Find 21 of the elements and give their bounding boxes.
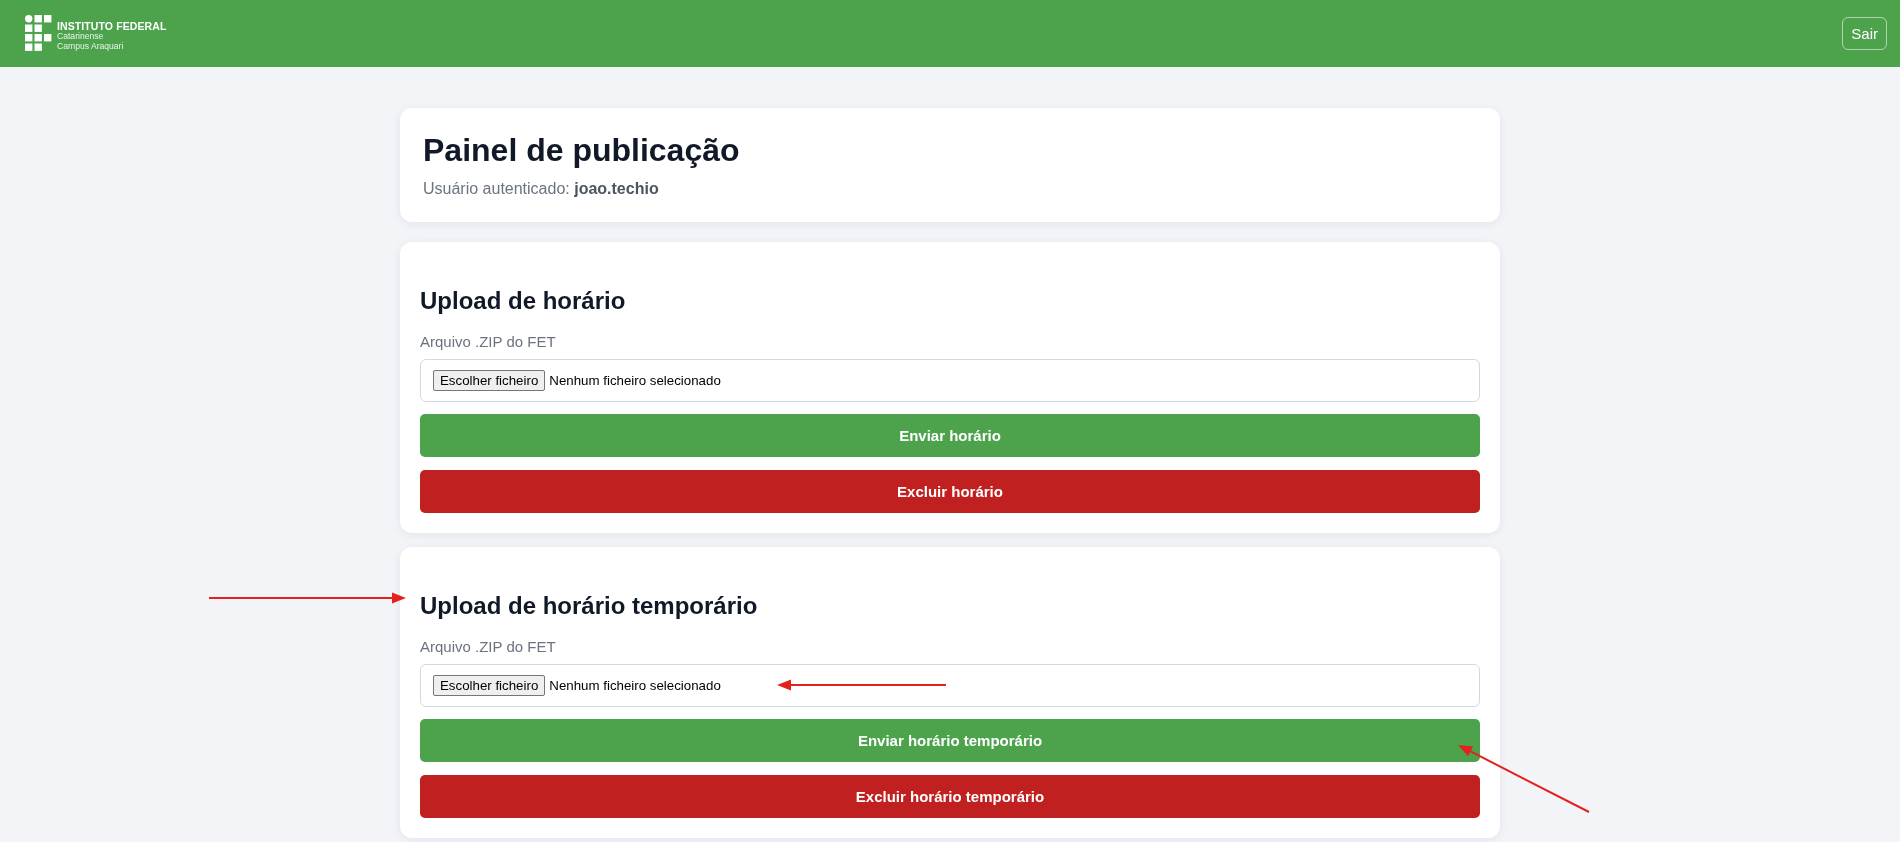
send-button[interactable]: Enviar horário temporário [420,719,1480,762]
field-label: Arquivo .ZIP do FET [420,332,557,352]
logo-icon [25,15,52,52]
delete-button[interactable]: Excluir horário [420,470,1480,513]
logo-subtitle: Campus Araquari [57,42,125,52]
file-status-text: Nenhum ficheiro selecionado [549,678,721,693]
send-button[interactable]: Enviar horário [420,414,1480,457]
section-title: Upload de horário temporário [420,591,759,621]
file-input-field[interactable]: Escolher ficheiro Nenhum ficheiro selecionado [420,359,1480,402]
choose-file-button[interactable]: Escolher ficheiro [433,675,546,696]
field-label: Arquivo .ZIP do FET [420,637,557,657]
user-info-text: Usuário autenticado: joao.techio [423,179,660,199]
delete-button[interactable]: Excluir horário temporário [420,775,1480,818]
section-title: Upload de horário [420,286,627,316]
choose-file-button[interactable]: Escolher ficheiro [433,370,546,391]
logo-title: INSTITUTO FEDERAL [57,21,167,33]
logout-button[interactable]: Sair [1842,17,1887,50]
file-input-field[interactable]: Escolher ficheiro Nenhum ficheiro selecionado [420,664,1480,707]
file-status-text: Nenhum ficheiro selecionado [549,373,721,388]
page-title: Painel de publicação [423,131,741,170]
logo-subtitle: Catarinense [57,32,105,42]
